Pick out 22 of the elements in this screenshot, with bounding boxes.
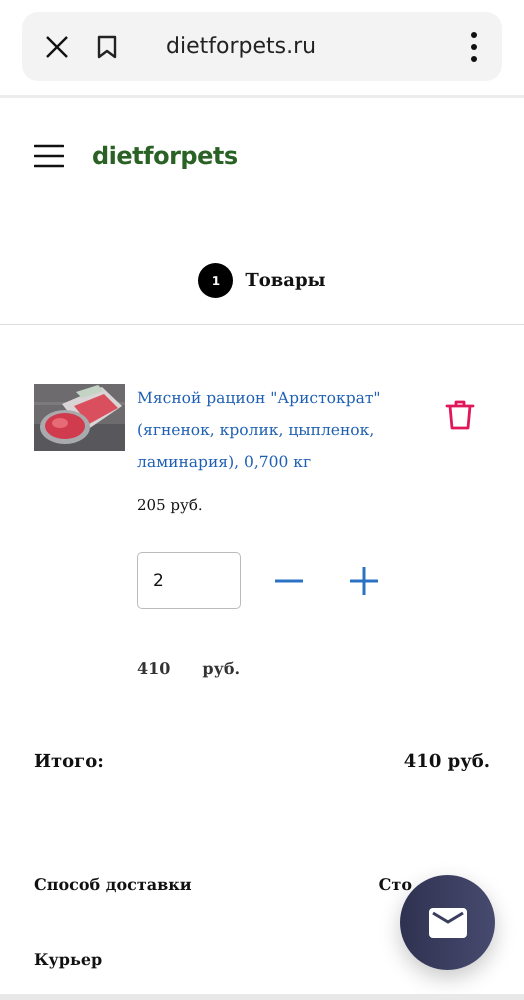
- step-label: Товары: [245, 270, 326, 291]
- minus-icon[interactable]: [275, 578, 303, 582]
- step-number: 1: [198, 263, 234, 298]
- total-label: Итого:: [34, 751, 104, 772]
- column-header: Сто: [378, 875, 412, 894]
- logo[interactable]: dietforpets: [92, 142, 238, 170]
- mail-icon: [428, 908, 466, 938]
- product-title-link[interactable]: Мясной рацион "Аристократ" (ягненок, кролик, цыпленок, ламинария), 0,700 кг: [137, 382, 427, 478]
- quantity-field[interactable]: 2: [137, 552, 241, 609]
- column-header: Способ доставки: [34, 875, 192, 894]
- bookmark-icon[interactable]: [96, 34, 118, 60]
- close-icon[interactable]: [45, 34, 69, 58]
- plus-icon[interactable]: [350, 566, 378, 594]
- menu-icon[interactable]: [34, 143, 64, 169]
- delivery-method: Курьер: [34, 950, 102, 969]
- trash-icon[interactable]: [445, 399, 475, 431]
- total-value: 410 руб.: [404, 751, 490, 772]
- more-icon[interactable]: [470, 30, 478, 62]
- unit-price: 205 руб.: [137, 496, 204, 514]
- url-text[interactable]: dietforpets.ru: [166, 34, 470, 59]
- item-sum: 410: [137, 659, 170, 678]
- currency-label: руб.: [202, 659, 240, 678]
